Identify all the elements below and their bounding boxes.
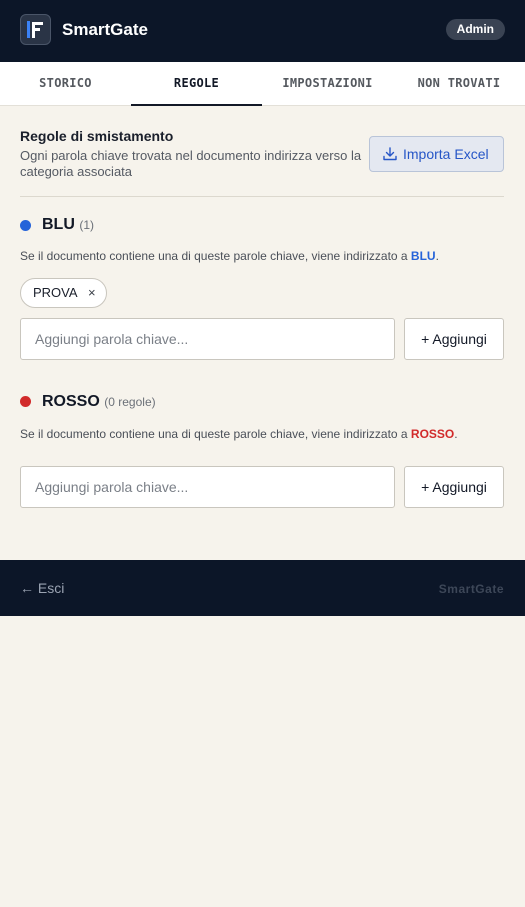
role-badge: Admin bbox=[445, 19, 505, 40]
tab-storico[interactable]: STORICO bbox=[0, 62, 131, 106]
footer-brand: SmartGate bbox=[438, 582, 504, 596]
category-description-blu: Se il documento contiene una di queste p… bbox=[20, 249, 439, 263]
section-description: Ogni parola chiave trovata nel documento… bbox=[20, 148, 362, 179]
logout-link[interactable]: ← Esci bbox=[20, 580, 64, 596]
category-name-label: ROSSO bbox=[42, 393, 100, 410]
import-excel-button[interactable]: Importa Excel bbox=[369, 136, 504, 172]
description-text: Se il documento contiene una di queste p… bbox=[20, 249, 411, 263]
category-count: (0 regole) bbox=[104, 395, 156, 409]
top-bar: SmartGate Admin bbox=[0, 0, 525, 62]
add-keyword-button-blu[interactable]: + Aggiungi bbox=[404, 318, 504, 360]
category-name-label: BLU bbox=[42, 216, 75, 233]
category-name-blu: BLU (1) bbox=[42, 216, 94, 234]
import-excel-label: Importa Excel bbox=[403, 146, 489, 162]
tab-regole[interactable]: REGOLE bbox=[131, 62, 262, 106]
description-suffix: . bbox=[454, 427, 458, 441]
add-keyword-button-rosso[interactable]: + Aggiungi bbox=[404, 466, 504, 508]
remove-keyword-icon[interactable]: × bbox=[88, 279, 96, 307]
section-divider bbox=[20, 196, 504, 197]
tab-impostazioni[interactable]: IMPOSTAZIONI bbox=[262, 62, 393, 106]
description-text: Se il documento contiene una di queste p… bbox=[20, 427, 411, 441]
keyword-input-blu[interactable] bbox=[20, 318, 395, 360]
category-name-rosso: ROSSO (0 regole) bbox=[42, 393, 156, 411]
footer: ← Esci SmartGate bbox=[0, 560, 525, 616]
description-suffix: . bbox=[435, 249, 439, 263]
description-target: ROSSO bbox=[410, 427, 455, 441]
tab-non-trovati[interactable]: NON TROVATI bbox=[393, 62, 525, 106]
smartgate-logo-icon bbox=[20, 14, 51, 45]
keyword-chip: PROVA × bbox=[20, 278, 107, 308]
category-color-dot bbox=[20, 220, 31, 231]
category-count: (1) bbox=[79, 218, 95, 232]
description-target: BLU bbox=[410, 249, 436, 263]
keyword-label: PROVA bbox=[33, 285, 78, 300]
download-icon bbox=[383, 147, 397, 161]
app-title: SmartGate bbox=[62, 20, 148, 39]
category-description-rosso: Se il documento contiene una di queste p… bbox=[20, 427, 458, 441]
keyword-input-rosso[interactable] bbox=[20, 466, 395, 508]
category-color-dot bbox=[20, 396, 31, 407]
tab-bar: STORICO REGOLE IMPOSTAZIONI NON TROVATI bbox=[0, 62, 525, 106]
